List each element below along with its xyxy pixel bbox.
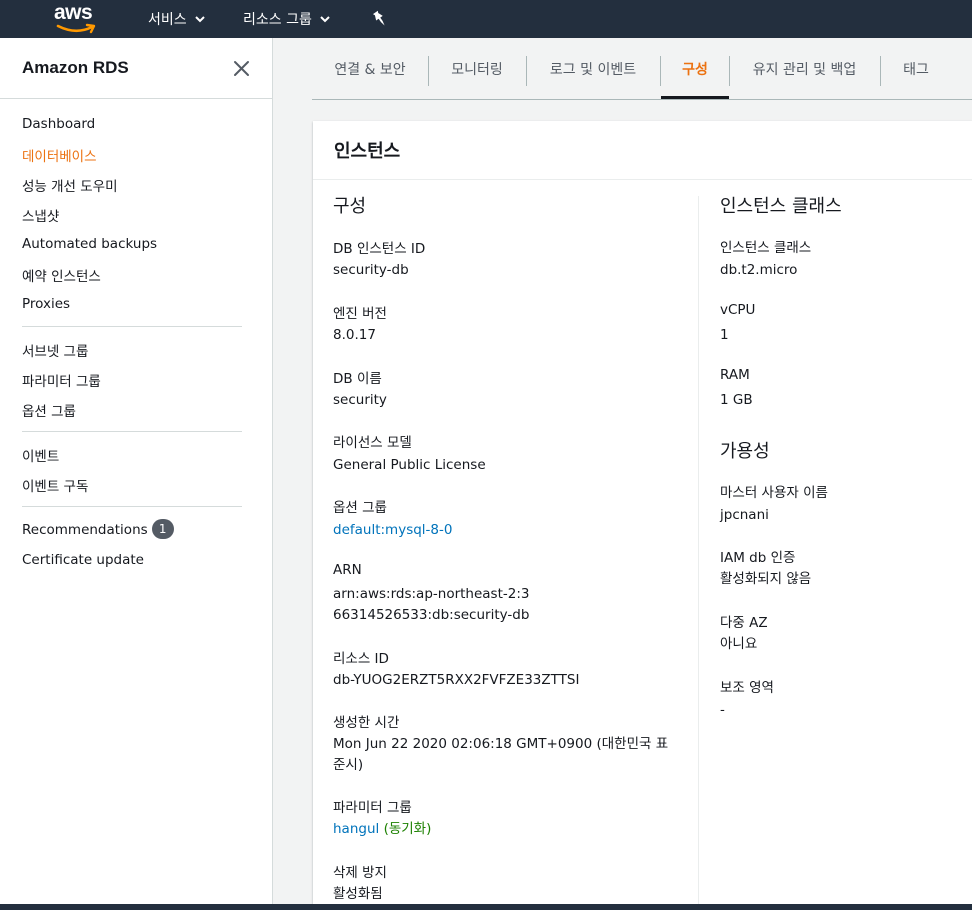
tab-separator (880, 56, 881, 86)
option-group-label: 옵션 그룹 (333, 500, 387, 516)
sidebar-divider (22, 431, 242, 432)
configuration-section-title: 구성 (333, 196, 367, 217)
aws-logo[interactable]: aws (54, 2, 98, 36)
resource-id-value: db-YUOG2ERZT5RXX2FVFZE33ZTTSI (333, 672, 580, 688)
sidebar-title: Amazon RDS (22, 58, 129, 77)
panel-title: 인스턴스 (334, 141, 401, 162)
sidebar: Amazon RDS Dashboard 데이터베이스 성능 개선 도우미 스냅… (0, 38, 273, 904)
sidebar-item-reserved-instances[interactable]: 예약 인스턴스 (22, 265, 101, 285)
db-instance-id-label: DB 인스턴스 ID (333, 241, 426, 257)
sidebar-item-databases[interactable]: 데이터베이스 (22, 145, 97, 165)
detail-tabs: 연결 & 보안 모니터링 로그 및 이벤트 구성 유지 관리 및 백업 태그 (312, 38, 972, 100)
sidebar-item-label: Recommendations (22, 522, 148, 538)
resource-id-label: 리소스 ID (333, 651, 389, 667)
secondary-zone-value: - (720, 702, 725, 718)
close-icon[interactable] (233, 60, 250, 77)
instance-class-section-title: 인스턴스 클래스 (720, 196, 842, 217)
ram-label: RAM (720, 367, 750, 383)
sidebar-item-subnet-groups[interactable]: 서브넷 그룹 (22, 340, 88, 360)
vcpu-value: 1 (720, 327, 729, 343)
sidebar-item-option-groups[interactable]: 옵션 그룹 (22, 400, 76, 420)
recommendations-count-badge: 1 (151, 519, 174, 539)
vcpu-label: vCPU (720, 302, 756, 318)
top-navigation-bar: aws 서비스 리소스 그룹 (0, 0, 972, 38)
parameter-group-label: 파라미터 그룹 (333, 800, 412, 816)
tab-configuration[interactable]: 구성 (661, 38, 729, 100)
active-tab-indicator (661, 96, 729, 99)
iam-db-auth-label: IAM db 인증 (720, 550, 796, 566)
sidebar-item-dashboard[interactable]: Dashboard (22, 116, 95, 132)
multi-az-value: 아니요 (720, 636, 758, 652)
bottom-bar (0, 904, 972, 910)
sidebar-item-parameter-groups[interactable]: 파라미터 그룹 (22, 370, 101, 390)
db-name-value: security (333, 392, 387, 408)
sidebar-item-snapshots[interactable]: 스냅샷 (22, 205, 59, 225)
secondary-zone-label: 보조 영역 (720, 680, 774, 696)
master-username-value: jpcnani (720, 507, 769, 523)
db-name-label: DB 이름 (333, 371, 382, 387)
pin-icon[interactable] (372, 10, 388, 28)
parameter-group-value: hangul (동기화) (333, 819, 431, 840)
tab-logs-events[interactable]: 로그 및 이벤트 (526, 38, 660, 100)
option-group-link[interactable]: default:mysql-8-0 (333, 520, 452, 541)
tab-connectivity-security[interactable]: 연결 & 보안 (312, 38, 428, 100)
arn-value: arn:aws:rds:ap-northeast-2:366314526533:… (333, 586, 530, 623)
iam-db-auth-value: 활성화되지 않음 (720, 571, 812, 587)
sidebar-divider (22, 506, 242, 507)
tab-tags[interactable]: 태그 (880, 38, 952, 100)
sidebar-item-certificate-update[interactable]: Certificate update (22, 552, 144, 568)
sidebar-item-events[interactable]: 이벤트 (22, 445, 59, 465)
multi-az-label: 다중 AZ (720, 615, 768, 631)
created-time-label: 생성한 시간 (333, 715, 400, 731)
availability-section-title: 가용성 (720, 441, 770, 462)
sidebar-header-divider (0, 98, 272, 99)
tab-monitoring[interactable]: 모니터링 (428, 38, 526, 100)
sidebar-item-proxies[interactable]: Proxies (22, 296, 70, 312)
sidebar-item-performance-insights[interactable]: 성능 개선 도우미 (22, 175, 118, 195)
instance-class-value: db.t2.micro (720, 262, 798, 278)
sidebar-divider (22, 326, 242, 327)
parameter-group-link[interactable]: hangul (333, 821, 379, 837)
aws-logo-text: aws (54, 1, 93, 24)
license-model-label: 라이선스 모델 (333, 435, 412, 451)
chevron-down-icon (320, 16, 330, 23)
services-menu[interactable]: 서비스 (148, 0, 205, 38)
ram-value: 1 GB (720, 392, 753, 408)
chevron-down-icon (194, 16, 205, 23)
resource-groups-menu-label: 리소스 그룹 (243, 12, 312, 28)
column-divider (698, 196, 699, 910)
services-menu-label: 서비스 (148, 12, 187, 28)
tab-separator (428, 56, 429, 86)
parameter-group-sync-status: (동기화) (383, 821, 432, 837)
deletion-protection-label: 삭제 방지 (333, 865, 387, 881)
resource-groups-menu[interactable]: 리소스 그룹 (243, 0, 330, 38)
sidebar-item-event-subscriptions[interactable]: 이벤트 구독 (22, 475, 88, 495)
aws-smile-icon (56, 23, 96, 34)
db-instance-id-value: security-db (333, 262, 409, 278)
deletion-protection-value: 활성화됨 (333, 886, 383, 902)
license-model-value: General Public License (333, 457, 486, 473)
panel-header: 인스턴스 (313, 121, 972, 180)
tab-separator (660, 56, 661, 86)
instance-class-label: 인스턴스 클래스 (720, 240, 812, 256)
instance-panel: 인스턴스 구성 DB 인스턴스 ID security-db 엔진 버전 8.0… (313, 121, 972, 910)
tab-separator (729, 56, 730, 86)
created-time-value: Mon Jun 22 2020 02:06:18 GMT+0900 (대한민국 … (333, 736, 669, 773)
arn-label: ARN (333, 562, 362, 578)
sidebar-item-recommendations[interactable]: Recommendations 1 (22, 519, 174, 539)
engine-version-label: 엔진 버전 (333, 306, 387, 322)
tab-maintenance-backups[interactable]: 유지 관리 및 백업 (729, 38, 880, 100)
master-username-label: 마스터 사용자 이름 (720, 485, 828, 501)
sidebar-item-automated-backups[interactable]: Automated backups (22, 236, 157, 252)
engine-version-value: 8.0.17 (333, 327, 376, 343)
tab-separator (526, 56, 527, 86)
